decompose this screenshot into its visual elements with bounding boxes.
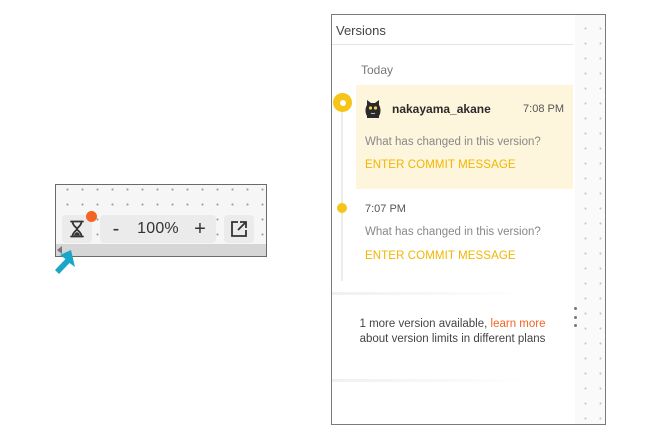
cat-avatar-icon — [365, 100, 381, 118]
canvas-background — [575, 15, 605, 424]
external-link-icon — [231, 221, 247, 237]
horizontal-scrollbar[interactable] — [56, 244, 266, 256]
older-version-marker — [337, 203, 347, 213]
zoom-control: - 100% + — [100, 215, 216, 243]
version-limit-notice: 1 more version available, learn more abo… — [332, 317, 573, 347]
toolbar-buttons: - 100% + — [62, 211, 254, 243]
older-enter-commit-message-link[interactable]: ENTER COMMIT MESSAGE — [365, 250, 516, 262]
canvas-toolbar: - 100% + — [55, 184, 267, 257]
enter-commit-message-link[interactable]: ENTER COMMIT MESSAGE — [365, 159, 516, 171]
panel-title: Versions — [332, 15, 573, 45]
open-external-button[interactable] — [224, 215, 254, 243]
timeline-line — [341, 101, 343, 281]
zoom-in-button[interactable]: + — [192, 219, 208, 239]
versions-panel: Versions Today nakayama_akane 7:08 PM Wh… — [331, 14, 606, 425]
pointer-arrow-icon — [55, 250, 75, 274]
current-version-marker — [333, 93, 352, 112]
learn-more-link[interactable]: learn more — [491, 318, 546, 330]
notification-dot — [86, 211, 97, 222]
version-change-prompt: What has changed in this version? — [365, 136, 541, 148]
version-limit-prefix: 1 more version available, — [359, 318, 491, 330]
section-today-label: Today — [361, 63, 394, 77]
version-limit-suffix: about version limits in different plans — [359, 333, 546, 345]
zoom-level[interactable]: 100% — [137, 220, 179, 238]
older-version-time: 7:07 PM — [365, 203, 406, 215]
more-options-icon[interactable] — [572, 307, 578, 327]
divider — [332, 292, 532, 295]
version-history-button[interactable] — [62, 211, 97, 243]
version-author: nakayama_akane — [392, 102, 491, 116]
older-version-change-prompt: What has changed in this version? — [365, 226, 541, 238]
version-time: 7:08 PM — [523, 103, 564, 115]
current-version-card[interactable]: nakayama_akane 7:08 PM What has changed … — [356, 85, 573, 189]
divider — [332, 379, 532, 382]
hourglass-icon — [70, 220, 84, 238]
zoom-out-button[interactable]: - — [108, 219, 124, 239]
